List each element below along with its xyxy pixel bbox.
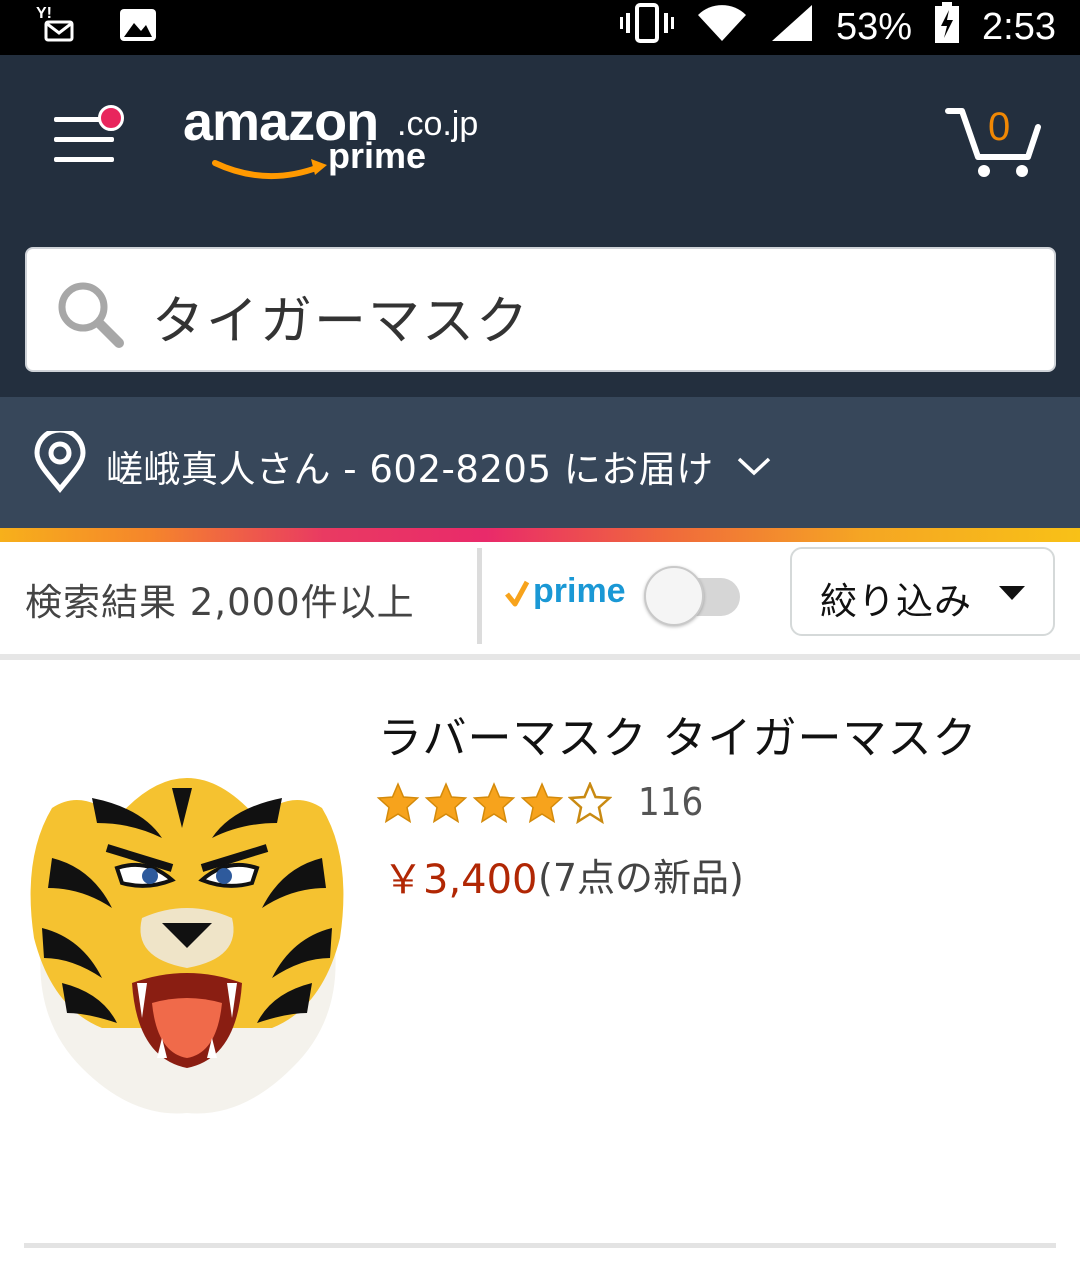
location-pin-icon (33, 427, 87, 497)
image-icon (118, 5, 158, 49)
star-rating (376, 782, 612, 824)
search-bar[interactable]: タイガーマスク (25, 247, 1056, 372)
battery-percentage: 53% (835, 6, 913, 48)
prime-label: prime (533, 572, 626, 610)
list-divider (24, 1243, 1056, 1248)
amazon-prime-logo[interactable]: amazon .co.jp prime (183, 91, 493, 181)
cart-count: 0 (988, 105, 1011, 149)
menu-button[interactable] (54, 105, 124, 167)
app-header: amazon .co.jp prime 0 タイガーマスク (0, 55, 1080, 397)
vibrate-icon (619, 2, 674, 53)
svg-text:Y!: Y! (36, 5, 52, 22)
divider (477, 548, 482, 644)
star-empty-icon (568, 782, 612, 824)
notification-dot (98, 105, 124, 131)
prime-toggle[interactable] (644, 566, 742, 626)
product-title[interactable]: ラバーマスク タイガーマスク (378, 702, 978, 766)
review-count[interactable]: 116 (638, 780, 703, 824)
status-bar: Y! 53% 2:53 (0, 0, 1080, 55)
toggle-knob (644, 566, 704, 626)
caret-down-icon (999, 586, 1025, 600)
logo-prime: prime (328, 135, 427, 176)
results-count: 検索結果 2,000件以上 (25, 581, 415, 624)
battery-charging-icon (934, 1, 960, 54)
tiger-mask-image (30, 778, 344, 1114)
chevron-down-icon (736, 455, 772, 481)
filter-button[interactable]: 絞り込み (790, 547, 1055, 636)
search-icon (55, 279, 127, 355)
star-filled-icon (424, 782, 468, 824)
star-filled-icon (472, 782, 516, 824)
star-filled-icon (376, 782, 420, 824)
search-input[interactable]: タイガーマスク (152, 279, 530, 354)
signal-icon (770, 3, 814, 53)
yahoo-mail-icon: Y! (32, 4, 80, 50)
cart-button[interactable]: 0 (944, 103, 1044, 179)
offers-count[interactable]: (7点の新品) (538, 847, 744, 902)
prime-filter-logo: prime (505, 570, 637, 618)
star-filled-icon (520, 782, 564, 824)
wifi-icon (696, 3, 748, 53)
product-card[interactable]: ラバーマスク タイガーマスク 116 ￥3,400 (7点の新品) (0, 660, 1080, 1250)
product-image[interactable] (22, 768, 352, 1118)
amazon-smile-icon (212, 159, 327, 180)
hamburger-icon-bar (54, 157, 114, 162)
accent-gradient-divider (0, 528, 1080, 542)
clock: 2:53 (982, 6, 1056, 48)
delivery-address-text: 嵯峨真人さん - 602-8205 にお届け (106, 448, 714, 491)
filter-bar: 検索結果 2,000件以上 prime 絞り込み (0, 542, 1080, 654)
product-price: ￥3,400 (383, 857, 538, 903)
filter-button-label: 絞り込み (820, 580, 972, 623)
hamburger-icon-bar (54, 137, 114, 142)
delivery-location-bar[interactable]: 嵯峨真人さん - 602-8205 にお届け (0, 397, 1080, 528)
